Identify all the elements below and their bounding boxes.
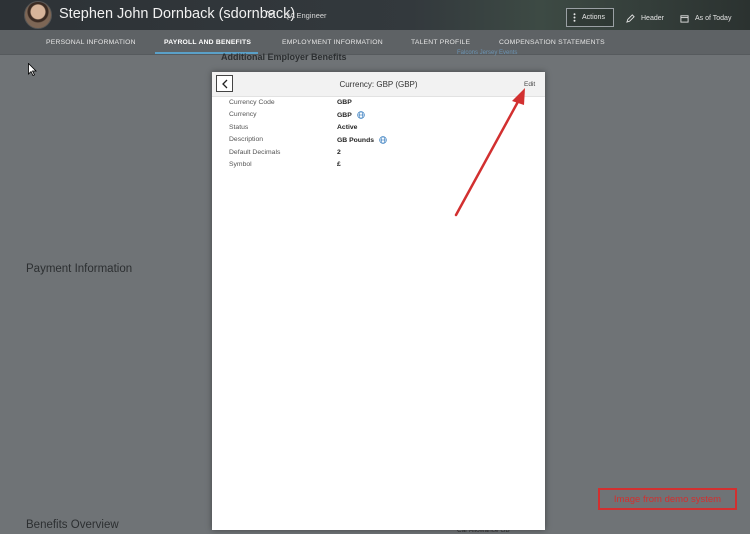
annotation-arrow (454, 88, 525, 217)
demo-watermark: Image from demo system (598, 488, 737, 510)
